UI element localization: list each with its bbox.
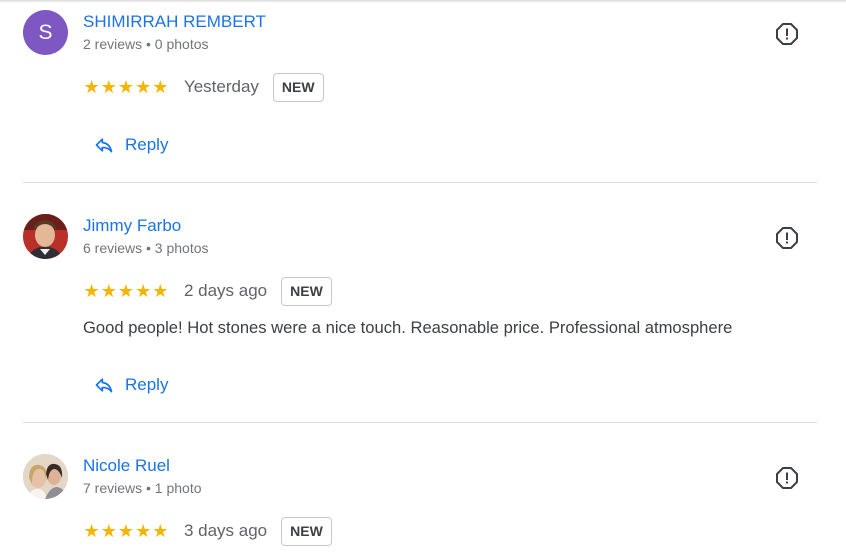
avatar[interactable] — [23, 214, 68, 259]
avatar-letter: S — [38, 20, 53, 44]
report-flag-icon[interactable] — [775, 22, 799, 46]
star-rating: ★ ★ ★ ★ ★ — [83, 281, 169, 301]
review-text: Good people! Hot stones were a nice touc… — [83, 318, 733, 337]
reviewer-meta: 6 reviews • 3 photos — [83, 240, 209, 256]
new-badge: NEW — [281, 276, 332, 306]
avatar[interactable]: S — [23, 10, 68, 55]
report-flag-icon[interactable] — [775, 226, 799, 250]
rating-row: ★ ★ ★ ★ ★ 3 days ago NEW — [83, 516, 332, 546]
avatar-photo — [23, 214, 68, 259]
reply-arrow-icon — [95, 138, 113, 153]
rating-row: ★ ★ ★ ★ ★ 2 days ago NEW — [83, 276, 332, 306]
new-badge: NEW — [281, 516, 332, 546]
reviewer-name[interactable]: Nicole Ruel — [83, 456, 170, 476]
reply-label: Reply — [125, 135, 169, 154]
divider — [23, 182, 817, 183]
star-rating: ★ ★ ★ ★ ★ — [83, 77, 169, 97]
new-badge: NEW — [272, 72, 324, 102]
avatar[interactable] — [23, 454, 68, 499]
review-date: 3 days ago — [183, 521, 268, 540]
report-flag-icon[interactable] — [775, 466, 799, 490]
reviewer-meta: 7 reviews • 1 photo — [83, 480, 202, 496]
reply-button[interactable]: Reply — [94, 132, 168, 158]
reviewer-name[interactable]: SHIMIRRAH REMBERT — [83, 12, 266, 32]
reply-arrow-icon — [95, 378, 113, 393]
reviewer-name[interactable]: Jimmy Farbo — [83, 216, 181, 236]
reply-button[interactable]: Reply — [94, 372, 168, 398]
top-shadow — [0, 0, 846, 3]
reviewer-meta: 2 reviews • 0 photos — [83, 36, 209, 52]
review-date: Yesterday — [183, 77, 259, 96]
divider — [23, 422, 817, 423]
avatar-photo — [23, 454, 68, 499]
review-date: 2 days ago — [183, 281, 268, 300]
reply-label: Reply — [125, 375, 169, 394]
star-rating: ★ ★ ★ ★ ★ — [83, 521, 169, 541]
rating-row: ★ ★ ★ ★ ★ Yesterday NEW — [83, 72, 324, 102]
